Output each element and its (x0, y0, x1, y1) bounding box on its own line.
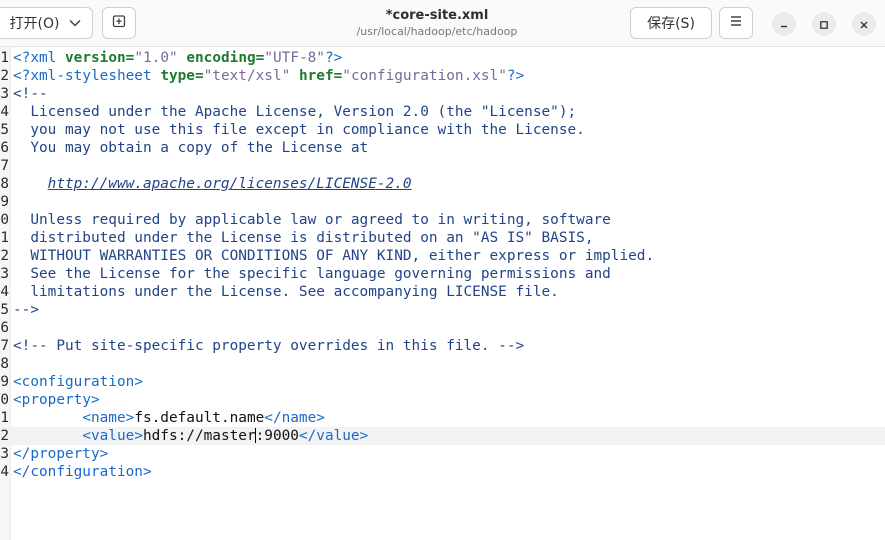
code-line[interactable]: 5 you may not use this file except in co… (0, 121, 885, 139)
line-number: 11 (0, 230, 9, 246)
line-number: 14 (0, 284, 9, 300)
line-content: <property> (13, 392, 100, 408)
line-content: <name>fs.default.name</name> (82, 410, 325, 426)
code-line[interactable]: 14 limitations under the License. See ac… (0, 283, 885, 301)
text-editor[interactable]: 1 <?xml version="1.0" encoding="UTF-8"?> 2… (0, 47, 885, 540)
line-number: 23 (0, 446, 9, 462)
line-content: <?xml version="1.0" encoding="UTF-8"?> (13, 50, 343, 66)
code-line[interactable]: 12 WITHOUT WARRANTIES OR CONDITIONS OF A… (0, 247, 885, 265)
line-content: <?xml-stylesheet type="text/xsl" href="c… (13, 68, 525, 84)
line-content: Licensed under the Apache License, Versi… (13, 104, 577, 120)
close-button[interactable] (852, 12, 876, 36)
line-number: 7 (0, 158, 9, 174)
document-path: /usr/local/hadoop/etc/hadoop (356, 25, 518, 38)
code-line[interactable]: 3 <!-- (0, 85, 885, 103)
line-number: 8 (0, 176, 9, 192)
header-bar: 打开(O) *core-site.xml /usr/local/hadoop/e… (0, 0, 885, 47)
minimize-button[interactable] (772, 12, 796, 36)
line-number: 2 (0, 68, 9, 84)
document-title: *core-site.xml (385, 8, 489, 23)
code-line[interactable]: 7 (0, 157, 885, 175)
line-number: 17 (0, 338, 9, 354)
code-line[interactable]: 13 See the License for the specific lang… (0, 265, 885, 283)
line-number: 4 (0, 104, 9, 120)
line-content: Unless required by applicable law or agr… (13, 212, 611, 228)
line-number: 12 (0, 248, 9, 264)
text-cursor (254, 428, 256, 443)
code-line[interactable]: 16 (0, 319, 885, 337)
window-title-area: *core-site.xml /usr/local/hadoop/etc/had… (250, 7, 624, 39)
code-line[interactable]: 24</configuration> (0, 463, 885, 481)
code-line[interactable]: 19<configuration> (0, 373, 885, 391)
line-number: 1 (0, 50, 9, 66)
line-number: 10 (0, 212, 9, 228)
line-content: See the License for the specific languag… (13, 266, 611, 282)
line-number: 13 (0, 266, 9, 282)
open-button[interactable]: 打开(O) (0, 7, 93, 39)
line-content: You may obtain a copy of the License at (13, 140, 369, 156)
line-number: 21 (0, 410, 9, 426)
close-icon (859, 15, 869, 34)
code-line[interactable]: 21 <name>fs.default.name</name> (0, 409, 885, 427)
line-number: 20 (0, 392, 9, 408)
line-content: <!-- (13, 86, 48, 102)
line-number: 24 (0, 464, 9, 480)
code-line[interactable]: 22 <value>hdfs://master:9000</value> (0, 427, 885, 445)
maximize-button[interactable] (812, 12, 836, 36)
code-line[interactable]: 15--> (0, 301, 885, 319)
main-menu-button[interactable] (719, 7, 753, 39)
line-content: WITHOUT WARRANTIES OR CONDITIONS OF ANY … (13, 248, 655, 264)
maximize-icon (819, 15, 829, 34)
code-line[interactable]: 17<!-- Put site-specific property overri… (0, 337, 885, 355)
code-line[interactable]: 6 You may obtain a copy of the License a… (0, 139, 885, 157)
line-content: <configuration> (13, 374, 143, 390)
chevron-down-icon (69, 15, 81, 31)
line-number: 22 (0, 428, 9, 444)
line-number: 16 (0, 320, 9, 336)
line-content: </configuration> (13, 464, 152, 480)
line-content: </property> (13, 446, 109, 462)
code-line[interactable]: 4 Licensed under the Apache License, Ver… (0, 103, 885, 121)
line-number: 5 (0, 122, 9, 138)
line-number: 9 (0, 194, 9, 210)
code-line[interactable]: 10 Unless required by applicable law or … (0, 211, 885, 229)
line-content: --> (13, 302, 39, 318)
code-line[interactable]: 18 (0, 355, 885, 373)
code-line[interactable]: 8 http://www.apache.org/licenses/LICENSE… (0, 175, 885, 193)
line-content: <!-- Put site-specific property override… (13, 338, 525, 354)
line-number: 18 (0, 356, 9, 372)
line-number: 6 (0, 140, 9, 156)
line-content: distributed under the License is distrib… (13, 230, 594, 246)
line-content: <value>hdfs://master:9000</value> (82, 428, 369, 444)
open-button-label: 打开(O) (9, 16, 60, 32)
new-tab-icon (112, 14, 126, 32)
code-line[interactable]: 23</property> (0, 445, 885, 463)
code-line[interactable]: 1 <?xml version="1.0" encoding="UTF-8"?> (0, 49, 885, 67)
line-content: you may not use this file except in comp… (13, 122, 585, 138)
code-line[interactable]: 2 <?xml-stylesheet type="text/xsl" href="… (0, 67, 885, 85)
code-line[interactable]: 11 distributed under the License is dist… (0, 229, 885, 247)
line-content: limitations under the License. See accom… (13, 284, 559, 300)
hamburger-menu-icon (729, 15, 743, 31)
line-content: http://www.apache.org/licenses/LICENSE-2… (47, 176, 412, 192)
line-number: 15 (0, 302, 9, 318)
line-number: 19 (0, 374, 9, 390)
new-tab-button[interactable] (102, 7, 136, 39)
line-number: 3 (0, 86, 9, 102)
save-button[interactable]: 保存(S) (630, 7, 712, 39)
code-line[interactable]: 9 (0, 193, 885, 211)
minimize-icon (779, 15, 789, 34)
code-line[interactable]: 20<property> (0, 391, 885, 409)
